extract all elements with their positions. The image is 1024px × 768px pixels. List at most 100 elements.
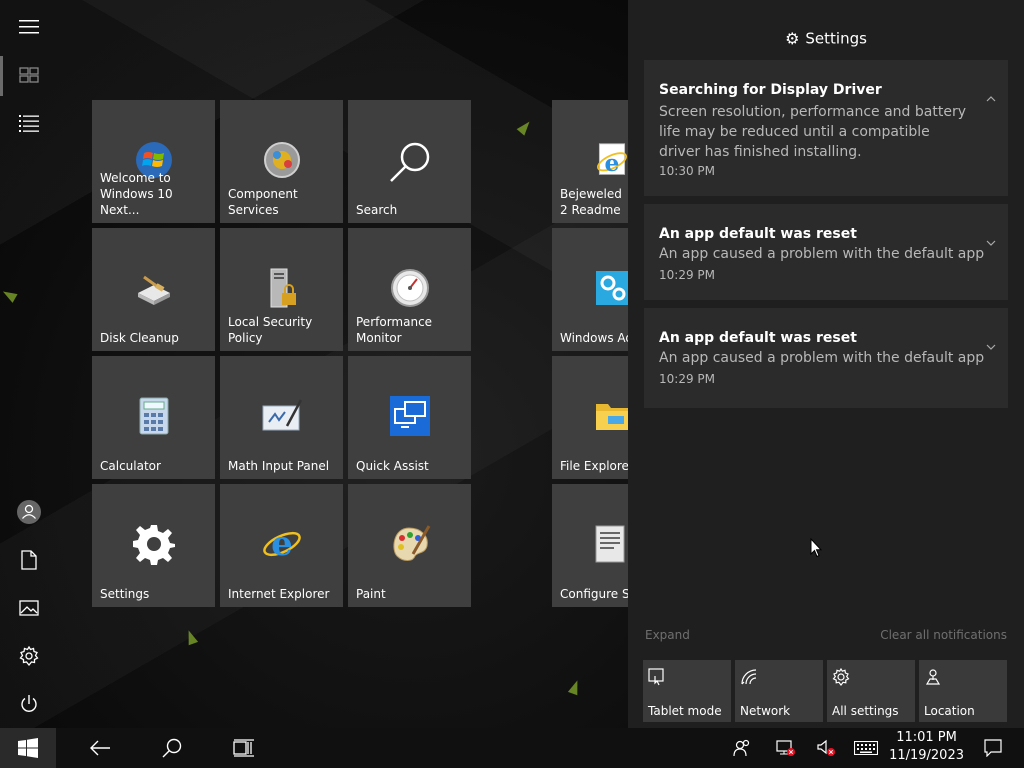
clock-date: 11/19/2023 <box>889 748 964 763</box>
menu-expand-button[interactable] <box>8 6 50 48</box>
tile-label: Performance Monitor <box>356 315 433 345</box>
back-button[interactable] <box>76 728 124 768</box>
quick-action-label: All settings <box>832 704 899 718</box>
quick-action-label: Tablet mode <box>648 704 722 718</box>
calculator-icon <box>139 397 168 435</box>
folder-icon <box>596 404 630 430</box>
search-button[interactable] <box>148 728 196 768</box>
notification-card[interactable]: An app default was reset An app caused a… <box>644 204 1008 300</box>
network-tray-button[interactable] <box>774 728 798 768</box>
configure-icon <box>595 525 625 563</box>
admin-tools-icon <box>596 271 630 305</box>
pinned-tiles-button[interactable] <box>8 54 50 96</box>
task-view-icon <box>233 739 254 757</box>
volume-tray-button[interactable] <box>814 728 838 768</box>
all-apps-button[interactable] <box>8 102 50 144</box>
disk-cleanup-icon <box>137 275 170 305</box>
tile-label: Internet Explorer <box>228 587 330 601</box>
people-button[interactable] <box>730 728 754 768</box>
touch-keyboard-button[interactable] <box>852 728 880 768</box>
notification-time: 10:30 PM <box>659 164 715 178</box>
notification-card[interactable]: Searching for Display Driver Screen reso… <box>644 60 1008 196</box>
notification-card[interactable]: An app default was reset An app caused a… <box>644 308 1008 408</box>
tile-search[interactable]: Search <box>348 100 471 223</box>
start-button[interactable] <box>0 728 56 768</box>
user-account-button[interactable] <box>8 491 50 533</box>
search-icon <box>389 142 429 182</box>
quick-action-location[interactable]: Location <box>919 660 1007 722</box>
tile-welcome[interactable]: Welcome to Windows 10 Next... <box>92 100 215 223</box>
tile-label: Local Security Policy <box>228 315 313 345</box>
internet-explorer-icon: e <box>596 143 628 177</box>
power-icon <box>21 695 37 712</box>
chevron-up-icon[interactable] <box>986 94 996 104</box>
rail-selection-indicator <box>0 56 3 96</box>
tile-local-security-policy[interactable]: Local Security Policy <box>220 228 343 351</box>
settings-button[interactable] <box>8 635 50 677</box>
location-icon <box>925 669 941 685</box>
taskbar: 11:01 PM 11/19/2023 <box>0 728 1024 768</box>
action-center-button[interactable] <box>980 728 1006 768</box>
tile-paint[interactable]: Paint <box>348 484 471 607</box>
network-disconnected-icon <box>776 740 795 756</box>
notification-title: An app default was reset <box>659 330 857 346</box>
internet-explorer-icon: e <box>262 524 301 564</box>
tablet-mode-icon <box>648 668 664 686</box>
task-view-button[interactable] <box>220 728 268 768</box>
tile-label: Windows Administrative <box>560 331 675 345</box>
chevron-down-icon[interactable] <box>986 238 996 248</box>
tile-quick-assist[interactable]: Quick Assist <box>348 356 471 479</box>
gear-icon: ⚙ <box>785 29 800 48</box>
notification-time: 10:29 PM <box>659 268 715 282</box>
taskbar-clock[interactable]: 11:01 PM 11/19/2023 <box>889 729 964 765</box>
notification-title: An app default was reset <box>659 226 857 242</box>
volume-muted-icon <box>817 739 835 756</box>
windows-start-icon <box>18 738 38 758</box>
tile-math-input-panel[interactable]: Math Input Panel <box>220 356 343 479</box>
tile-label: Component Services <box>228 187 298 217</box>
clear-all-notifications-link[interactable]: Clear all notifications <box>880 628 1007 642</box>
tile-settings[interactable]: Settings <box>92 484 215 607</box>
power-button[interactable] <box>8 683 50 725</box>
hamburger-icon <box>19 20 39 34</box>
action-center-panel: ⚙ Settings Searching for Display Driver S… <box>628 0 1024 728</box>
svg-text:e: e <box>605 149 620 177</box>
tile-disk-cleanup[interactable]: Disk Cleanup <box>92 228 215 351</box>
tile-label: Welcome to Windows 10 Next... <box>100 171 173 217</box>
action-center-title: Settings <box>805 29 867 48</box>
documents-button[interactable] <box>8 539 50 581</box>
back-arrow-icon <box>90 740 110 756</box>
paint-palette-icon <box>392 525 430 561</box>
notification-icon <box>984 739 1002 757</box>
quick-assist-icon <box>389 396 430 436</box>
tile-label: Search <box>356 203 398 217</box>
tile-label: Math Input Panel <box>228 459 330 473</box>
tile-label: Bejeweled 2 Readme <box>560 187 622 217</box>
tile-calculator[interactable]: Calculator <box>92 356 215 479</box>
keyboard-icon <box>854 741 878 755</box>
expand-link[interactable]: Expand <box>645 628 690 642</box>
tile-component-services[interactable]: Component Services <box>220 100 343 223</box>
notification-title: Searching for Display Driver <box>659 82 882 98</box>
action-center-header[interactable]: ⚙ Settings <box>628 29 1024 48</box>
user-avatar-icon <box>17 500 41 524</box>
svg-text:e: e <box>271 524 293 564</box>
tile-label: Paint <box>356 587 386 601</box>
mouse-cursor-icon <box>810 538 822 558</box>
tile-label: Disk Cleanup <box>100 331 179 345</box>
tile-internet-explorer[interactable]: e Internet Explorer <box>220 484 343 607</box>
quick-action-network[interactable]: Network <box>735 660 823 722</box>
quick-action-all-settings[interactable]: All settings <box>827 660 915 722</box>
tile-performance-monitor[interactable]: Performance Monitor <box>348 228 471 351</box>
start-left-rail <box>0 0 58 728</box>
component-services-icon <box>263 142 300 178</box>
quick-action-tablet-mode[interactable]: Tablet mode <box>643 660 731 722</box>
math-input-icon <box>262 399 302 431</box>
network-icon <box>741 669 757 685</box>
quick-action-label: Network <box>740 704 791 718</box>
pictures-button[interactable] <box>8 587 50 629</box>
chevron-down-icon[interactable] <box>986 342 996 352</box>
tile-label: Calculator <box>100 459 161 473</box>
picture-icon <box>19 600 39 616</box>
tile-label: Quick Assist <box>356 459 429 473</box>
